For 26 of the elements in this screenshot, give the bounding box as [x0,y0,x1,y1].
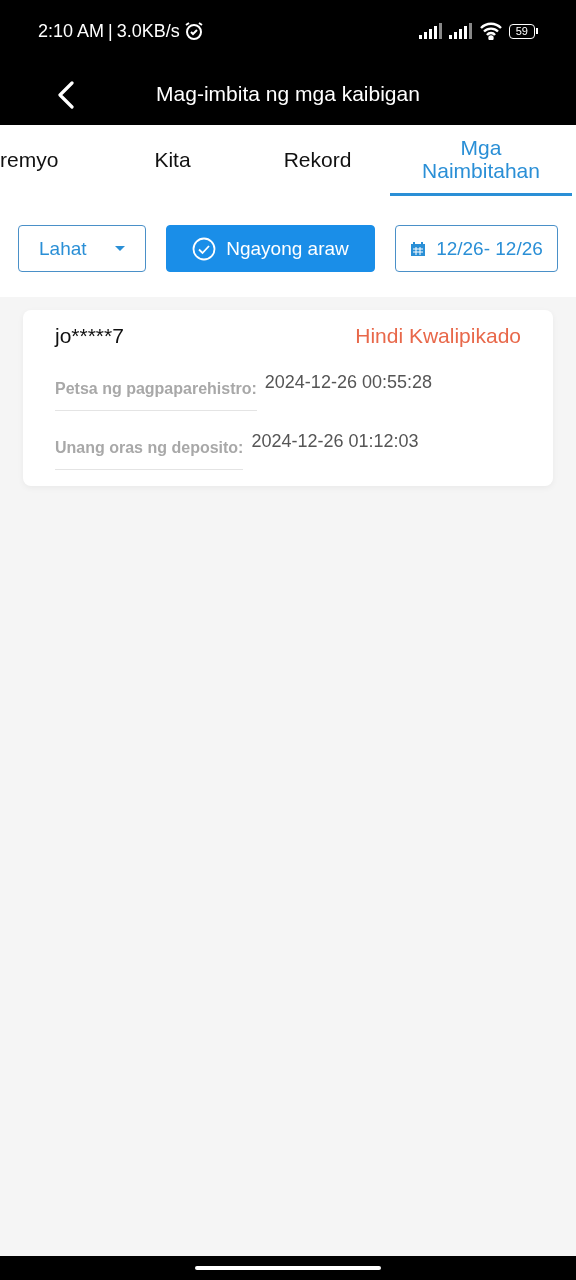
alarm-clock-icon [183,21,204,41]
signal-icon [448,23,473,39]
field-value: 2024-12-26 01:12:03 [251,431,419,452]
status-separator: | [108,20,113,42]
network-speed: 3.0KB/s [116,20,180,42]
tab[interactable]: remyo [0,125,100,196]
tab[interactable]: Mga Naimbitahan [390,125,572,196]
tab[interactable]: Rekord [245,125,390,196]
field-label: Unang oras ng deposito: [55,431,244,470]
field-label: Petsa ng pagpaparehistro: [55,372,257,411]
page-title: Mag-imbita ng mga kaibigan [156,81,420,106]
wifi-icon [478,22,503,40]
status-label: Hindi Kwalipikado [355,324,521,348]
signal-icon [418,23,443,39]
battery-icon: 59 [508,23,538,39]
date-range-button[interactable]: 12/26- 12/26 [395,225,558,272]
caret-icon [115,245,125,252]
username: jo*****7 [55,324,124,348]
filter-dropdown[interactable]: Lahat [18,225,146,272]
calendar-icon [410,240,427,257]
back-icon[interactable] [56,81,76,109]
check-circle-icon [192,236,217,261]
field-value: 2024-12-26 00:55:28 [264,372,432,393]
filter-button[interactable]: Ngayong araw [166,225,375,272]
tab[interactable]: Kita [100,125,245,196]
status-time: 2:10 AM [38,20,105,42]
